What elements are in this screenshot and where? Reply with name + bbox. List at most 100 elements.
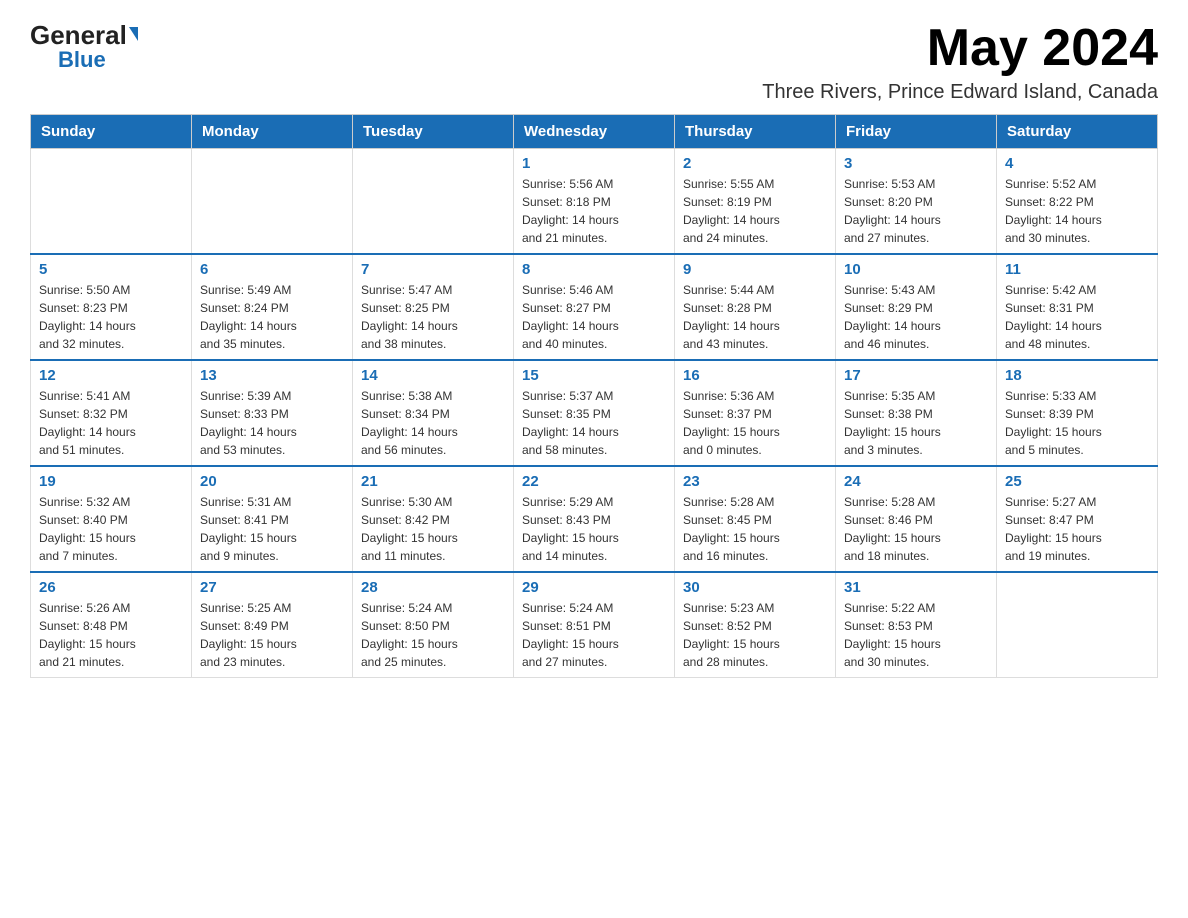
calendar-week-row: 19 Sunrise: 5:32 AM Sunset: 8:40 PM Dayli… <box>31 466 1158 572</box>
calendar-table: SundayMondayTuesdayWednesdayThursdayFrid… <box>30 114 1158 678</box>
day-number: 27 <box>200 579 344 596</box>
day-header-friday: Friday <box>836 115 997 149</box>
calendar-cell <box>31 149 192 255</box>
calendar-cell: 14Sunrise: 5:38 AM Sunset: 8:34 PM Dayli… <box>353 360 514 466</box>
day-number: 7 <box>361 261 505 278</box>
calendar-cell: 18 Sunrise: 5:33 AM Sunset: 8:39 PM Dayli… <box>997 360 1158 466</box>
day-info: Sunrise: 5:46 AM Sunset: 8:27 PM Dayligh… <box>522 281 666 353</box>
day-info: Sunrise: 5:27 AM Sunset: 8:47 PM Dayligh… <box>1005 493 1149 565</box>
day-number: 1 <box>522 155 666 172</box>
calendar-cell: 22Sunrise: 5:29 AM Sunset: 8:43 PM Dayli… <box>514 466 675 572</box>
day-info: Sunrise: 5:44 AM Sunset: 8:28 PM Dayligh… <box>683 281 827 353</box>
day-info: Sunrise: 5:24 AM Sunset: 8:51 PM Dayligh… <box>522 599 666 671</box>
day-number: 19 <box>39 473 183 490</box>
calendar-cell: 31 Sunrise: 5:22 AM Sunset: 8:53 PM Dayli… <box>836 572 997 678</box>
calendar-cell: 27 Sunrise: 5:25 AM Sunset: 8:49 PM Dayli… <box>192 572 353 678</box>
day-number: 17 <box>844 367 988 384</box>
day-info: Sunrise: 5:28 AM Sunset: 8:45 PM Dayligh… <box>683 493 827 565</box>
day-info: Sunrise: 5:43 AM Sunset: 8:29 PM Dayligh… <box>844 281 988 353</box>
calendar-header-row: SundayMondayTuesdayWednesdayThursdayFrid… <box>31 115 1158 149</box>
day-info: Sunrise: 5:25 AM Sunset: 8:49 PM Dayligh… <box>200 599 344 671</box>
day-info: Sunrise: 5:52 AM Sunset: 8:22 PM Dayligh… <box>1005 175 1149 247</box>
calendar-cell: 12Sunrise: 5:41 AM Sunset: 8:32 PM Dayli… <box>31 360 192 466</box>
day-number: 30 <box>683 579 827 596</box>
day-number: 26 <box>39 579 183 596</box>
calendar-week-row: 26Sunrise: 5:26 AM Sunset: 8:48 PM Dayli… <box>31 572 1158 678</box>
calendar-cell: 29 Sunrise: 5:24 AM Sunset: 8:51 PM Dayli… <box>514 572 675 678</box>
day-info: Sunrise: 5:49 AM Sunset: 8:24 PM Dayligh… <box>200 281 344 353</box>
day-number: 25 <box>1005 473 1149 490</box>
logo-blue-text: Blue <box>58 47 106 73</box>
calendar-cell: 11Sunrise: 5:42 AM Sunset: 8:31 PM Dayli… <box>997 254 1158 360</box>
calendar-cell: 23 Sunrise: 5:28 AM Sunset: 8:45 PM Dayli… <box>675 466 836 572</box>
location-subtitle: Three Rivers, Prince Edward Island, Cana… <box>762 81 1158 104</box>
day-number: 15 <box>522 367 666 384</box>
day-number: 31 <box>844 579 988 596</box>
logo-arrow-icon <box>129 27 138 41</box>
day-number: 13 <box>200 367 344 384</box>
calendar-cell: 15 Sunrise: 5:37 AM Sunset: 8:35 PM Dayli… <box>514 360 675 466</box>
day-header-sunday: Sunday <box>31 115 192 149</box>
calendar-week-row: 5Sunrise: 5:50 AM Sunset: 8:23 PM Daylig… <box>31 254 1158 360</box>
calendar-cell: 10 Sunrise: 5:43 AM Sunset: 8:29 PM Dayli… <box>836 254 997 360</box>
calendar-cell: 5Sunrise: 5:50 AM Sunset: 8:23 PM Daylig… <box>31 254 192 360</box>
calendar-cell: 6 Sunrise: 5:49 AM Sunset: 8:24 PM Daylig… <box>192 254 353 360</box>
day-info: Sunrise: 5:29 AM Sunset: 8:43 PM Dayligh… <box>522 493 666 565</box>
calendar-cell: 4 Sunrise: 5:52 AM Sunset: 8:22 PM Daylig… <box>997 149 1158 255</box>
day-number: 12 <box>39 367 183 384</box>
calendar-cell: 8Sunrise: 5:46 AM Sunset: 8:27 PM Daylig… <box>514 254 675 360</box>
day-number: 10 <box>844 261 988 278</box>
day-number: 23 <box>683 473 827 490</box>
day-info: Sunrise: 5:31 AM Sunset: 8:41 PM Dayligh… <box>200 493 344 565</box>
month-year-title: May 2024 <box>762 20 1158 77</box>
day-number: 21 <box>361 473 505 490</box>
day-number: 16 <box>683 367 827 384</box>
calendar-cell <box>353 149 514 255</box>
logo: General Blue <box>30 20 138 73</box>
day-info: Sunrise: 5:53 AM Sunset: 8:20 PM Dayligh… <box>844 175 988 247</box>
calendar-week-row: 12Sunrise: 5:41 AM Sunset: 8:32 PM Dayli… <box>31 360 1158 466</box>
calendar-cell <box>192 149 353 255</box>
day-number: 29 <box>522 579 666 596</box>
day-info: Sunrise: 5:33 AM Sunset: 8:39 PM Dayligh… <box>1005 387 1149 459</box>
calendar-cell: 28Sunrise: 5:24 AM Sunset: 8:50 PM Dayli… <box>353 572 514 678</box>
calendar-cell: 1Sunrise: 5:56 AM Sunset: 8:18 PM Daylig… <box>514 149 675 255</box>
day-number: 14 <box>361 367 505 384</box>
day-info: Sunrise: 5:50 AM Sunset: 8:23 PM Dayligh… <box>39 281 183 353</box>
calendar-cell: 24Sunrise: 5:28 AM Sunset: 8:46 PM Dayli… <box>836 466 997 572</box>
day-header-tuesday: Tuesday <box>353 115 514 149</box>
title-block: May 2024 Three Rivers, Prince Edward Isl… <box>762 20 1158 104</box>
calendar-cell: 17Sunrise: 5:35 AM Sunset: 8:38 PM Dayli… <box>836 360 997 466</box>
calendar-cell: 7Sunrise: 5:47 AM Sunset: 8:25 PM Daylig… <box>353 254 514 360</box>
day-number: 2 <box>683 155 827 172</box>
calendar-cell: 3 Sunrise: 5:53 AM Sunset: 8:20 PM Daylig… <box>836 149 997 255</box>
page-header: General Blue May 2024 Three Rivers, Prin… <box>30 20 1158 104</box>
day-number: 6 <box>200 261 344 278</box>
day-header-monday: Monday <box>192 115 353 149</box>
calendar-cell: 20 Sunrise: 5:31 AM Sunset: 8:41 PM Dayli… <box>192 466 353 572</box>
day-number: 4 <box>1005 155 1149 172</box>
day-info: Sunrise: 5:32 AM Sunset: 8:40 PM Dayligh… <box>39 493 183 565</box>
calendar-cell: 2 Sunrise: 5:55 AM Sunset: 8:19 PM Daylig… <box>675 149 836 255</box>
day-info: Sunrise: 5:37 AM Sunset: 8:35 PM Dayligh… <box>522 387 666 459</box>
calendar-cell: 16Sunrise: 5:36 AM Sunset: 8:37 PM Dayli… <box>675 360 836 466</box>
calendar-cell: 26Sunrise: 5:26 AM Sunset: 8:48 PM Dayli… <box>31 572 192 678</box>
day-header-wednesday: Wednesday <box>514 115 675 149</box>
calendar-cell: 25 Sunrise: 5:27 AM Sunset: 8:47 PM Dayli… <box>997 466 1158 572</box>
day-info: Sunrise: 5:28 AM Sunset: 8:46 PM Dayligh… <box>844 493 988 565</box>
day-number: 20 <box>200 473 344 490</box>
calendar-cell: 30 Sunrise: 5:23 AM Sunset: 8:52 PM Dayli… <box>675 572 836 678</box>
day-number: 18 <box>1005 367 1149 384</box>
day-info: Sunrise: 5:55 AM Sunset: 8:19 PM Dayligh… <box>683 175 827 247</box>
calendar-cell: 19 Sunrise: 5:32 AM Sunset: 8:40 PM Dayli… <box>31 466 192 572</box>
day-info: Sunrise: 5:42 AM Sunset: 8:31 PM Dayligh… <box>1005 281 1149 353</box>
day-number: 9 <box>683 261 827 278</box>
day-info: Sunrise: 5:22 AM Sunset: 8:53 PM Dayligh… <box>844 599 988 671</box>
day-header-saturday: Saturday <box>997 115 1158 149</box>
calendar-cell <box>997 572 1158 678</box>
day-header-thursday: Thursday <box>675 115 836 149</box>
day-number: 3 <box>844 155 988 172</box>
calendar-cell: 9 Sunrise: 5:44 AM Sunset: 8:28 PM Daylig… <box>675 254 836 360</box>
day-info: Sunrise: 5:23 AM Sunset: 8:52 PM Dayligh… <box>683 599 827 671</box>
day-info: Sunrise: 5:24 AM Sunset: 8:50 PM Dayligh… <box>361 599 505 671</box>
